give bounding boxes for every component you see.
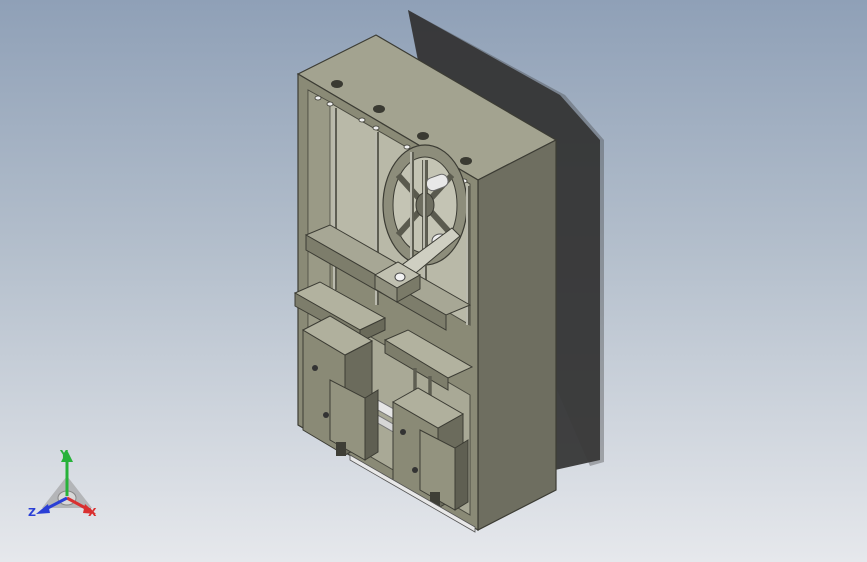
axis-z-label: Z bbox=[28, 506, 36, 519]
orientation-triad[interactable]: Y X Z bbox=[22, 448, 112, 528]
axis-x-label: X bbox=[88, 506, 97, 519]
housing-side-face bbox=[477, 139, 557, 531]
cad-graphics-viewport[interactable]: Y X Z bbox=[0, 0, 867, 562]
mount-hole bbox=[373, 105, 385, 113]
left-clamp bbox=[301, 315, 379, 461]
mount-hole bbox=[417, 132, 429, 140]
mount-hole bbox=[460, 157, 472, 165]
model-3d-view[interactable] bbox=[0, 0, 867, 562]
axis-y-label: Y bbox=[59, 448, 69, 461]
mount-hole bbox=[331, 80, 343, 88]
